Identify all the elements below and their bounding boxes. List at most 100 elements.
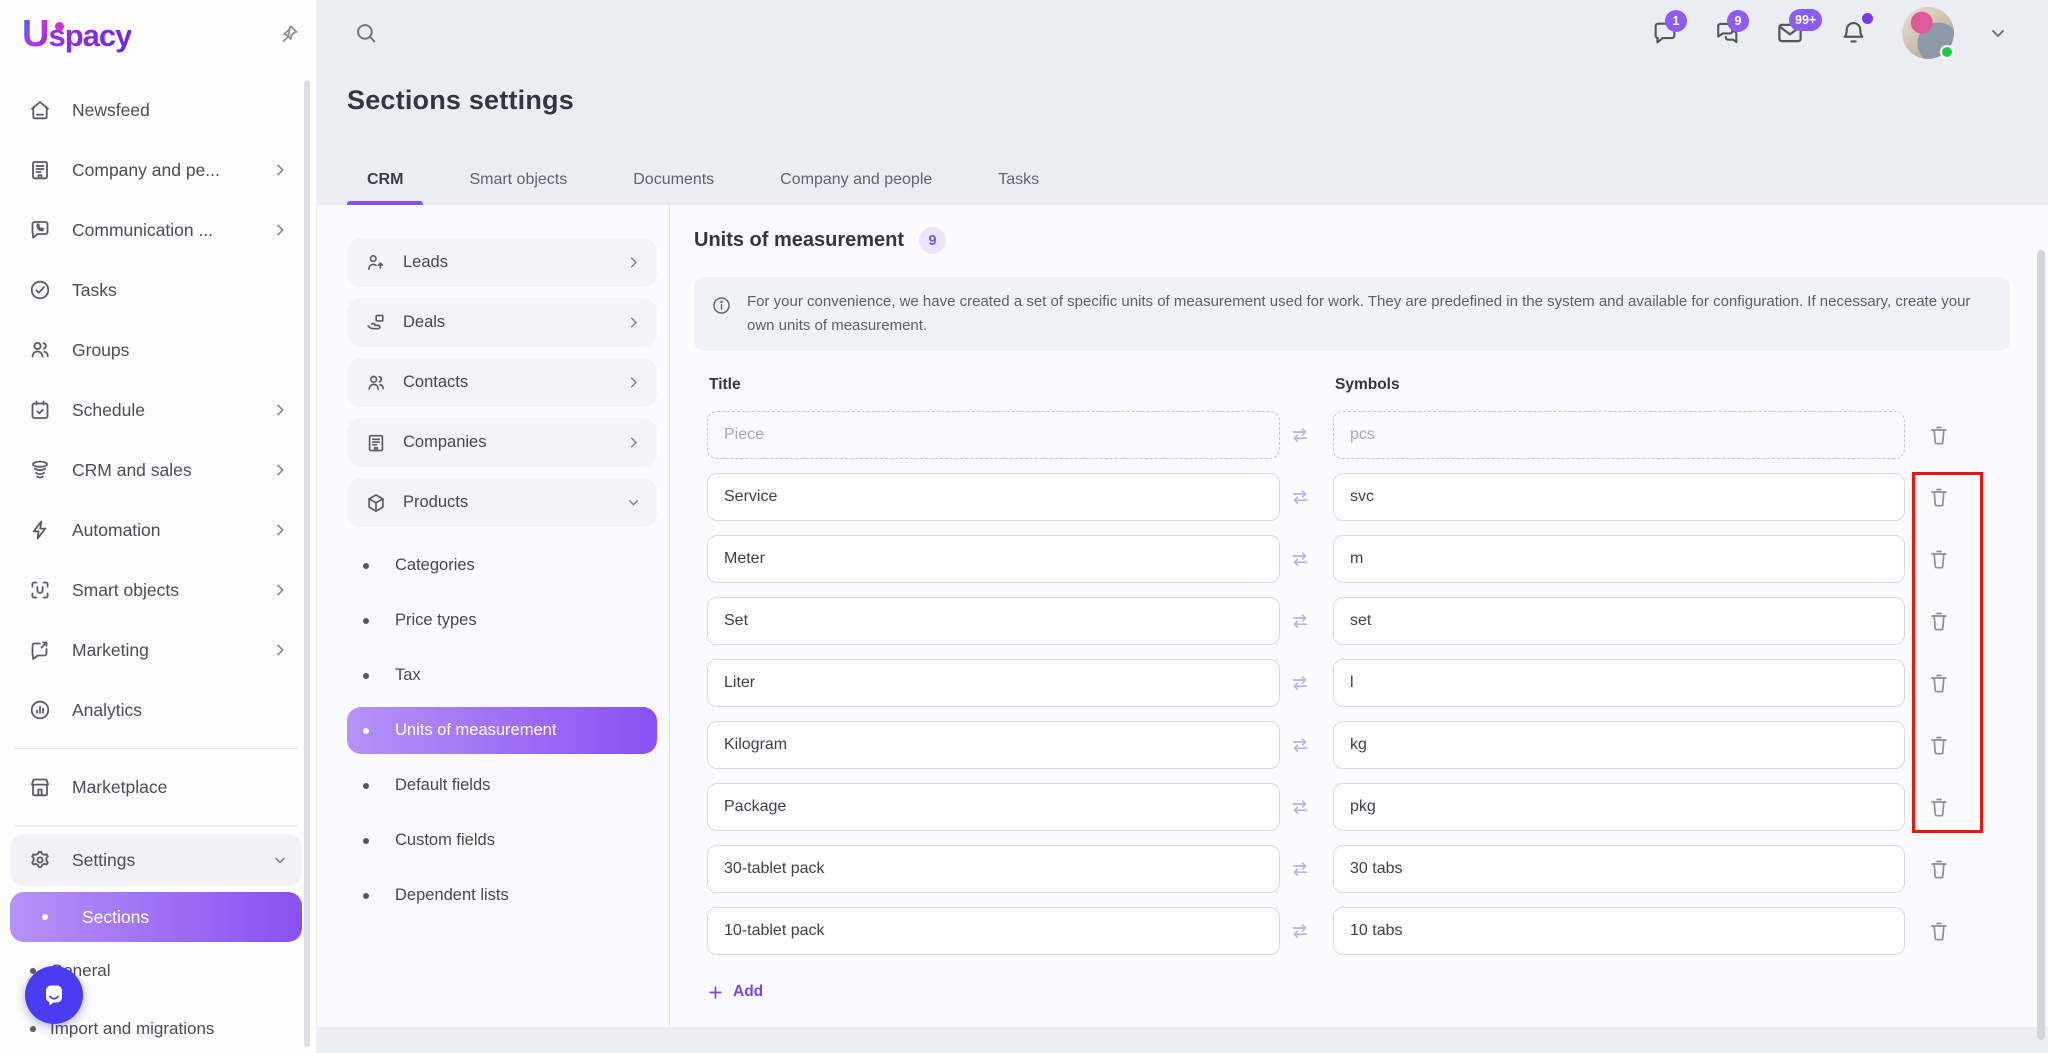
mail-badge: 99+	[1789, 9, 1822, 31]
unit-symbol-input[interactable]	[1333, 783, 1905, 831]
sidebar-item-communication[interactable]: Communication ...	[10, 200, 302, 260]
notification-dot	[1862, 13, 1873, 24]
sidebar-item-label: Automation	[72, 520, 161, 541]
sidebar-nav: Newsfeed Company and pe... Communication…	[10, 80, 302, 1053]
sidebar-item-label: Groups	[72, 340, 129, 361]
units-count-badge: 9	[919, 227, 946, 254]
subnav-item-price-types[interactable]: Price types	[347, 593, 657, 648]
sidebar-item-smart-objects[interactable]: Smart objects	[10, 560, 302, 620]
sidebar-item-analytics[interactable]: Analytics	[10, 680, 302, 740]
contacts-people-icon	[365, 372, 387, 394]
unit-title-input[interactable]	[707, 597, 1280, 645]
add-unit-button[interactable]: Add	[707, 983, 763, 1001]
group-chat-icon[interactable]: 9	[1713, 19, 1741, 47]
topbar: 1 9 99+	[317, 0, 2048, 65]
pin-sidebar-icon[interactable]	[278, 23, 300, 45]
tab-smart-objects[interactable]: Smart objects	[449, 171, 587, 205]
chevron-right-icon	[272, 162, 288, 178]
unit-symbol-input[interactable]	[1333, 907, 1905, 955]
tab-company-and-people[interactable]: Company and people	[760, 171, 952, 205]
subnav-item-contacts[interactable]: Contacts	[347, 358, 657, 407]
chevron-right-icon	[272, 642, 288, 658]
sidebar-item-crm-and-sales[interactable]: CRM and sales	[10, 440, 302, 500]
unit-title-input[interactable]	[707, 659, 1280, 707]
unit-row	[694, 721, 2010, 769]
subnav-item-products[interactable]: Products	[347, 478, 657, 527]
subnav-item-deals[interactable]: Deals	[347, 298, 657, 347]
sidebar-item-label: Company and pe...	[72, 160, 220, 181]
subnav-item-label: Custom fields	[395, 831, 495, 850]
unit-title-input[interactable]	[707, 411, 1280, 459]
subnav-item-label: Leads	[403, 253, 448, 272]
tab-documents[interactable]: Documents	[613, 171, 734, 205]
brackets-u-icon	[28, 578, 52, 602]
subnav-item-companies[interactable]: Companies	[347, 418, 657, 467]
sidebar-item-automation[interactable]: Automation	[10, 500, 302, 560]
unit-title-input[interactable]	[707, 845, 1280, 893]
online-status-dot	[1940, 45, 1954, 59]
mail-icon[interactable]: 99+	[1775, 18, 1805, 48]
chevron-right-icon	[626, 435, 641, 450]
unit-title-input[interactable]	[707, 907, 1280, 955]
unit-symbol-input[interactable]	[1333, 473, 1905, 521]
sidebar-subitem-sections[interactable]: Sections	[10, 892, 302, 942]
sidebar-item-newsfeed[interactable]: Newsfeed	[10, 80, 302, 140]
sidebar-item-schedule[interactable]: Schedule	[10, 380, 302, 440]
swap-arrows-icon	[1288, 919, 1312, 943]
tab-tasks[interactable]: Tasks	[978, 171, 1059, 205]
unit-symbol-input[interactable]	[1333, 659, 1905, 707]
sidebar-item-marketplace[interactable]: Marketplace	[10, 757, 302, 817]
chevron-right-icon	[272, 582, 288, 598]
profile-chevron-down-icon[interactable]	[1988, 23, 2008, 43]
window-scrollbar[interactable]	[2037, 250, 2045, 1040]
trash-icon[interactable]	[1927, 547, 1951, 571]
search-icon[interactable]	[353, 20, 379, 46]
trash-icon[interactable]	[1927, 485, 1951, 509]
subnav-item-leads[interactable]: Leads	[347, 238, 657, 287]
trash-icon[interactable]	[1927, 423, 1951, 447]
trash-icon[interactable]	[1927, 919, 1951, 943]
unit-symbol-input[interactable]	[1333, 535, 1905, 583]
subnav-item-units-of-measurement[interactable]: Units of measurement	[347, 707, 657, 754]
info-icon	[711, 295, 732, 316]
unit-row-new	[694, 411, 2010, 459]
unit-symbol-input[interactable]	[1333, 845, 1905, 893]
trash-icon[interactable]	[1927, 857, 1951, 881]
swap-arrows-icon	[1288, 795, 1312, 819]
messenger-icon[interactable]: 1	[1651, 19, 1679, 47]
trash-icon[interactable]	[1927, 795, 1951, 819]
sidebar-item-label: Schedule	[72, 400, 145, 421]
sidebar-item-settings[interactable]: Settings	[10, 834, 302, 886]
trash-icon[interactable]	[1927, 733, 1951, 757]
sidebar-item-label: CRM and sales	[72, 460, 192, 481]
trash-icon[interactable]	[1927, 671, 1951, 695]
subnav-item-default-fields[interactable]: Default fields	[347, 758, 657, 813]
sidebar-item-company-and-people[interactable]: Company and pe...	[10, 140, 302, 200]
tab-crm[interactable]: CRM	[347, 171, 423, 205]
unit-title-input[interactable]	[707, 473, 1280, 521]
bullet-dot	[363, 728, 369, 734]
sidebar-item-marketing[interactable]: Marketing	[10, 620, 302, 680]
trash-icon[interactable]	[1927, 609, 1951, 633]
subnav-item-categories[interactable]: Categories	[347, 538, 657, 593]
unit-title-input[interactable]	[707, 721, 1280, 769]
sidebar-item-groups[interactable]: Groups	[10, 320, 302, 380]
unit-symbol-input[interactable]	[1333, 597, 1905, 645]
subnav-item-tax[interactable]: Tax	[347, 648, 657, 703]
unit-title-input[interactable]	[707, 535, 1280, 583]
uspacy-logo[interactable]: Uspacy	[22, 13, 131, 56]
support-chat-button[interactable]	[25, 966, 83, 1024]
sidebar-scrollbar[interactable]	[304, 80, 310, 1047]
unit-symbol-input[interactable]	[1333, 411, 1905, 459]
marketing-icon	[28, 638, 52, 662]
subnav-item-dependent-lists[interactable]: Dependent lists	[347, 868, 657, 923]
unit-symbol-input[interactable]	[1333, 721, 1905, 769]
bullet-dot	[363, 783, 369, 789]
subnav-item-custom-fields[interactable]: Custom fields	[347, 813, 657, 868]
unit-row	[694, 473, 2010, 521]
sidebar-item-tasks[interactable]: Tasks	[10, 260, 302, 320]
unit-title-input[interactable]	[707, 783, 1280, 831]
notifications-bell-icon[interactable]	[1839, 18, 1868, 47]
avatar[interactable]	[1902, 7, 1954, 59]
sidebar-divider	[14, 748, 298, 749]
